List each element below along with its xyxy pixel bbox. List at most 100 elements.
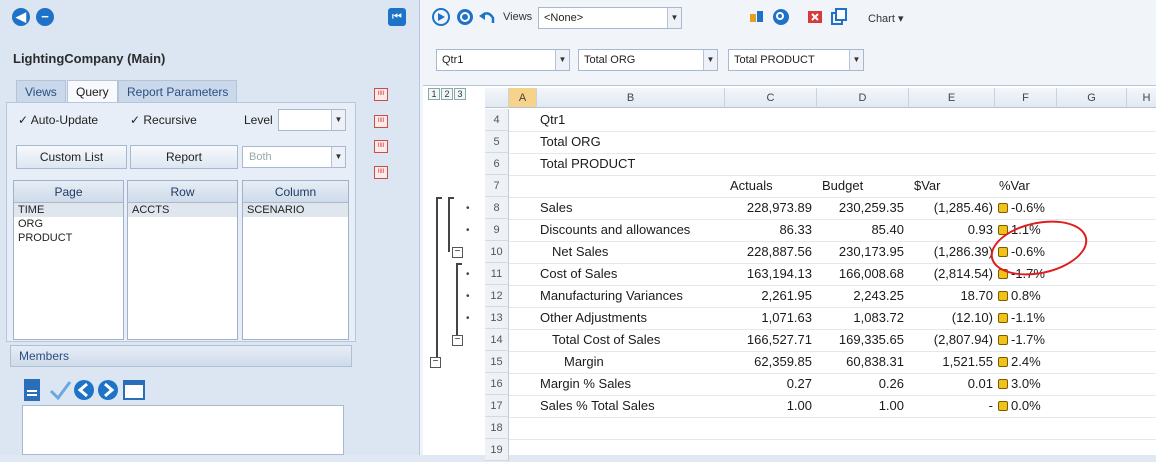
actuals-cell[interactable]: 1,071.63: [725, 307, 812, 329]
document-icon[interactable]: [22, 378, 46, 402]
column-header-f[interactable]: F: [995, 88, 1057, 108]
dollar-var-cell[interactable]: (1,286.39): [909, 241, 993, 263]
pct-var-cell[interactable]: 0.8%: [998, 285, 1056, 307]
row-header[interactable]: 18: [485, 417, 509, 439]
row-label[interactable]: Other Adjustments: [540, 307, 720, 329]
pct-var-cell[interactable]: [998, 439, 1056, 461]
dollar-var-cell[interactable]: [909, 439, 993, 461]
column-icon[interactable]: IIII: [374, 140, 388, 153]
row-header[interactable]: 6: [485, 153, 509, 175]
list-item[interactable]: TIME: [14, 203, 123, 217]
level-select[interactable]: ▼: [278, 109, 346, 131]
budget-cell[interactable]: 60,838.31: [817, 351, 904, 373]
row-label[interactable]: Total Cost of Sales: [552, 329, 720, 351]
column-header-d[interactable]: D: [817, 88, 909, 108]
table-icon[interactable]: [122, 378, 146, 402]
back-icon[interactable]: ◀: [12, 8, 30, 26]
row-header[interactable]: 14: [485, 329, 509, 351]
actuals-cell[interactable]: 166,527.71: [725, 329, 812, 351]
dollar-var-cell[interactable]: $Var: [914, 175, 990, 197]
level-1-button[interactable]: 1: [428, 88, 440, 100]
pct-var-cell[interactable]: [998, 417, 1056, 439]
row-label[interactable]: Sales: [540, 197, 720, 219]
budget-cell[interactable]: 1.00: [817, 395, 904, 417]
row-label[interactable]: Margin % Sales: [540, 373, 720, 395]
row-label[interactable]: Net Sales: [552, 241, 720, 263]
pct-var-cell[interactable]: [998, 153, 1056, 175]
budget-cell[interactable]: [817, 153, 904, 175]
pct-var-cell[interactable]: 2.4%: [998, 351, 1056, 373]
arrow-right-icon[interactable]: [96, 378, 120, 402]
row-header[interactable]: 11: [485, 263, 509, 285]
pct-var-cell[interactable]: -0.6%: [998, 197, 1056, 219]
row-label[interactable]: [540, 439, 720, 461]
dollar-var-cell[interactable]: [909, 417, 993, 439]
list-item[interactable]: ORG: [14, 217, 123, 231]
actuals-cell[interactable]: [725, 417, 812, 439]
views-select[interactable]: <None> ▼: [538, 7, 682, 29]
row-label[interactable]: Discounts and allowances: [540, 219, 720, 241]
pov-product-select[interactable]: Total PRODUCT ▼: [728, 49, 864, 71]
column-header-h[interactable]: H: [1127, 88, 1156, 108]
list-item[interactable]: SCENARIO: [243, 203, 348, 217]
row-label[interactable]: Total PRODUCT: [540, 153, 720, 175]
column-header-b[interactable]: B: [537, 88, 725, 108]
checkmark-icon[interactable]: [48, 378, 72, 402]
row-header[interactable]: 7: [485, 175, 509, 197]
filter-icon[interactable]: [748, 8, 766, 26]
actuals-cell[interactable]: 228,887.56: [725, 241, 812, 263]
budget-cell[interactable]: [817, 109, 904, 131]
budget-cell[interactable]: [817, 131, 904, 153]
dollar-var-cell[interactable]: 1,521.55: [909, 351, 993, 373]
column-header-a[interactable]: A: [509, 88, 537, 108]
dollar-var-cell[interactable]: (1,285.46): [909, 197, 993, 219]
dollar-var-cell[interactable]: 0.01: [909, 373, 993, 395]
collapse-group-icon[interactable]: −: [430, 357, 441, 368]
actuals-cell[interactable]: Actuals: [730, 175, 810, 197]
copy-icon[interactable]: [830, 8, 848, 26]
auto-update-checkbox[interactable]: ✓ Auto-Update: [18, 113, 98, 127]
pct-var-cell[interactable]: -1.7%: [998, 329, 1056, 351]
actuals-cell[interactable]: 163,194.13: [725, 263, 812, 285]
row-label[interactable]: Margin: [564, 351, 720, 373]
row-label[interactable]: [540, 175, 720, 197]
row-header[interactable]: 5: [485, 131, 509, 153]
row-header[interactable]: 4: [485, 109, 509, 131]
row-header[interactable]: 9: [485, 219, 509, 241]
dollar-var-cell[interactable]: -: [909, 395, 993, 417]
actuals-cell[interactable]: 2,261.95: [725, 285, 812, 307]
tab-report-parameters[interactable]: Report Parameters: [118, 80, 238, 102]
row-label[interactable]: Manufacturing Variances: [540, 285, 720, 307]
actuals-cell[interactable]: 86.33: [725, 219, 812, 241]
dollar-var-cell[interactable]: [909, 131, 993, 153]
column-header-e[interactable]: E: [909, 88, 995, 108]
actuals-cell[interactable]: [725, 153, 812, 175]
collapse-group-icon[interactable]: −: [452, 247, 463, 258]
list-item[interactable]: PRODUCT: [14, 231, 123, 245]
both-select[interactable]: Both ▼: [242, 146, 346, 168]
budget-cell[interactable]: 166,008.68: [817, 263, 904, 285]
dollar-var-cell[interactable]: [909, 153, 993, 175]
dollar-var-cell[interactable]: (12.10): [909, 307, 993, 329]
arrow-left-icon[interactable]: [72, 378, 96, 402]
row-header[interactable]: 16: [485, 373, 509, 395]
row-header[interactable]: 17: [485, 395, 509, 417]
row-header[interactable]: 12: [485, 285, 509, 307]
column-header-g[interactable]: G: [1057, 88, 1127, 108]
budget-cell[interactable]: 85.40: [817, 219, 904, 241]
row-header[interactable]: 8: [485, 197, 509, 219]
pct-var-cell[interactable]: -1.1%: [998, 307, 1056, 329]
pct-var-cell[interactable]: %Var: [999, 175, 1057, 197]
members-box[interactable]: [22, 405, 344, 455]
column-list[interactable]: Column SCENARIO: [242, 180, 349, 340]
actuals-cell[interactable]: 0.27: [725, 373, 812, 395]
column-icon[interactable]: IIII: [374, 115, 388, 128]
chart-menu[interactable]: Chart ▾: [868, 12, 903, 25]
recursive-checkbox[interactable]: ✓ Recursive: [130, 113, 197, 127]
column-icon[interactable]: IIII: [374, 166, 388, 179]
actuals-cell[interactable]: 228,973.89: [725, 197, 812, 219]
actuals-cell[interactable]: 62,359.85: [725, 351, 812, 373]
tab-query[interactable]: Query: [67, 80, 118, 104]
row-header[interactable]: 15: [485, 351, 509, 373]
report-button[interactable]: Report: [130, 145, 238, 169]
